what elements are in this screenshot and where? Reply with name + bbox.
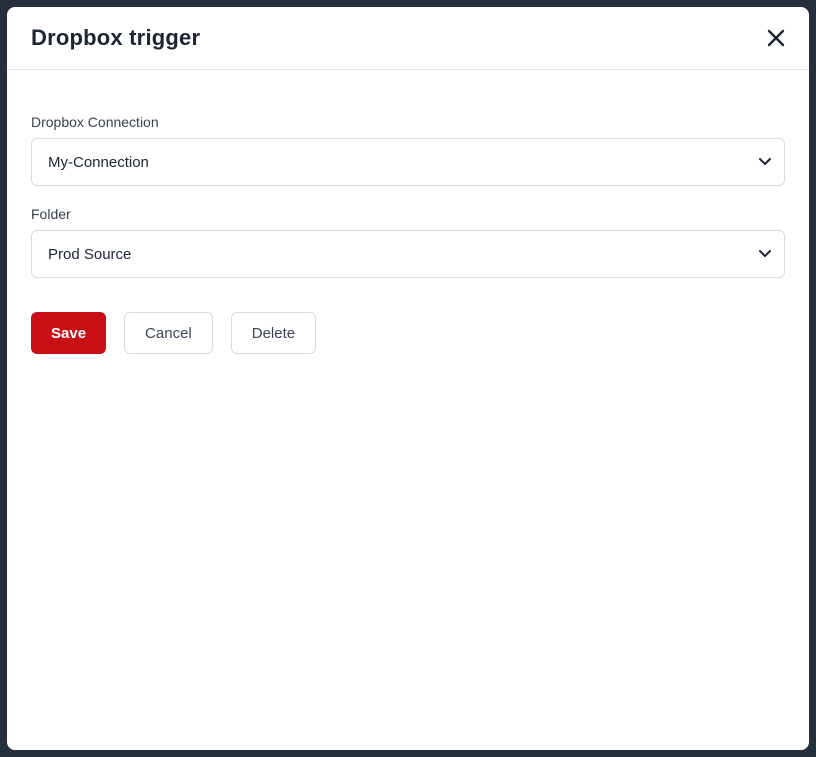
folder-select[interactable]: Prod Source [31,230,785,278]
close-icon [767,29,785,47]
connection-select[interactable]: My-Connection [31,138,785,186]
folder-label: Folder [31,206,785,222]
save-button[interactable]: Save [31,312,106,354]
folder-select-wrapper: Prod Source [31,230,785,278]
folder-field: Folder Prod Source [31,206,785,278]
modal-backdrop: Dropbox trigger Dropbox Connection My-Co… [0,0,816,757]
connection-field: Dropbox Connection My-Connection [31,114,785,186]
action-bar: Save Cancel Delete [31,312,785,354]
close-button[interactable] [767,29,785,47]
connection-select-wrapper: My-Connection [31,138,785,186]
dropbox-trigger-modal: Dropbox trigger Dropbox Connection My-Co… [7,7,809,750]
connection-label: Dropbox Connection [31,114,785,130]
delete-button[interactable]: Delete [231,312,316,354]
modal-header: Dropbox trigger [7,7,809,70]
modal-body: Dropbox Connection My-Connection Folder … [7,70,809,378]
cancel-button[interactable]: Cancel [124,312,213,354]
modal-title: Dropbox trigger [31,25,200,51]
